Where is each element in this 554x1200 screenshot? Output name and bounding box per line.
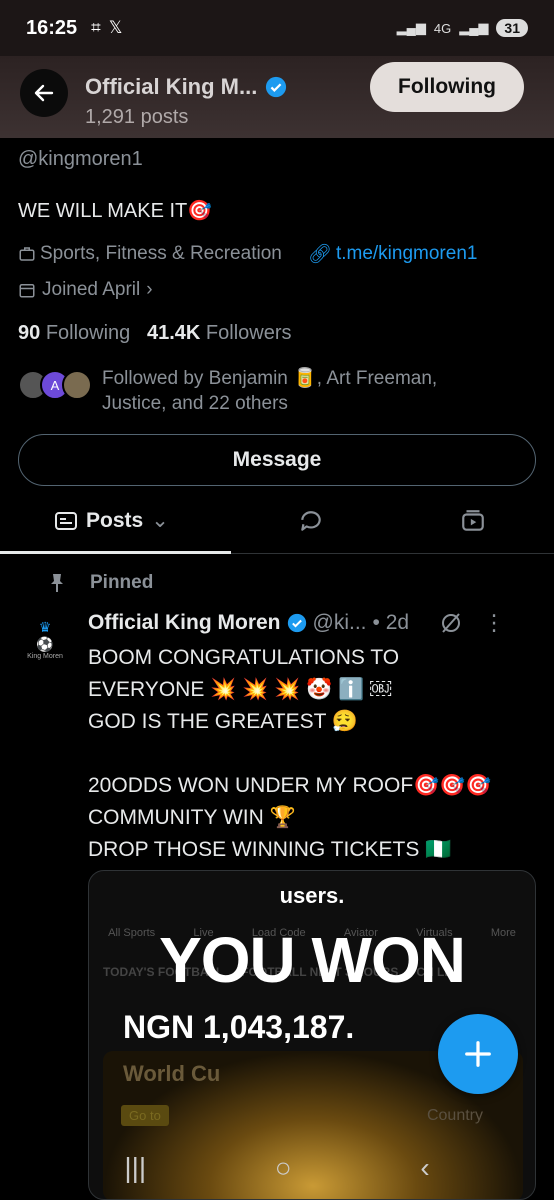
- back-arrow-icon: [34, 84, 54, 102]
- briefcase-icon: [19, 247, 35, 261]
- back-nav-icon[interactable]: ‹: [420, 1152, 429, 1184]
- profile-link-text: t.me/kingmoren1: [335, 243, 478, 264]
- recent-apps-icon[interactable]: |||: [124, 1152, 146, 1184]
- tab-posts[interactable]: Posts ⌄: [54, 508, 169, 533]
- followed-by-text: Followed by Benjamin 🥫, Art Freeman, Jus…: [102, 368, 438, 414]
- status-bar: 16:25 ⌗ 𝕏 ▂▄▆ 4G ▂▄▆ 31: [0, 0, 554, 56]
- link-icon: 🔗︎: [307, 244, 332, 265]
- follower-avatars: A: [18, 370, 92, 416]
- post-time: • 2d: [372, 611, 410, 634]
- following-button[interactable]: Following: [370, 62, 524, 112]
- replies-tab-icon[interactable]: [298, 508, 324, 534]
- battery-indicator: 31: [496, 19, 528, 37]
- followers-count: 41.4K: [146, 322, 201, 344]
- calendar-icon: [19, 284, 35, 298]
- pinned-label-row: Pinned: [48, 572, 153, 594]
- signal-icon: ▂▄▆: [396, 20, 426, 35]
- chevron-right-icon: ›: [146, 279, 153, 300]
- chevron-down-icon: ⌄: [151, 509, 169, 532]
- screenshot-icon: ⌗: [91, 18, 101, 37]
- profile-bio: WE WILL MAKE IT🎯: [18, 200, 213, 222]
- x-logo-icon: 𝕏: [108, 18, 123, 37]
- following-count: 90: [18, 322, 41, 344]
- pin-icon: [51, 574, 63, 592]
- compose-post-button[interactable]: [438, 1014, 518, 1094]
- post-author-avatar[interactable]: ♛ ⚽ King Moren: [18, 612, 72, 666]
- pinned-label: Pinned: [90, 572, 154, 593]
- won-amount: NGN 1,043,187.: [123, 1009, 355, 1045]
- joined-date: Joined April: [42, 279, 141, 300]
- you-won-text: YOU WON: [159, 924, 466, 996]
- profile-meta: Sports, Fitness & Recreation 🔗︎ t.me/kin…: [18, 242, 477, 266]
- crown-icon: ♛: [38, 618, 52, 635]
- followed-by-row[interactable]: A Followed by Benjamin 🥫, Art Freeman, J…: [18, 366, 502, 416]
- posts-count: 1,291 posts: [85, 106, 189, 128]
- signal-icon-2: ▂▄▆: [459, 20, 489, 35]
- grok-icon[interactable]: [439, 611, 463, 635]
- profile-link[interactable]: 🔗︎ t.me/kingmoren1: [308, 242, 478, 266]
- tab-posts-label: Posts: [86, 508, 144, 532]
- post-text: BOOM CONGRATULATIONS TO EVERYONE 💥 💥 💥 🤡…: [88, 646, 492, 861]
- profile-header: Official King M... 1,291 posts Following: [0, 56, 554, 138]
- profile-category: Sports, Fitness & Recreation: [40, 243, 282, 264]
- post-author-handle: @ki...: [312, 611, 367, 634]
- joined-row[interactable]: Joined April ›: [18, 279, 153, 301]
- soccer-ball-icon: ⚽: [36, 635, 54, 652]
- post-author-name[interactable]: Official King Moren: [88, 611, 281, 635]
- back-button[interactable]: [20, 69, 68, 117]
- status-time: 16:25: [26, 16, 78, 39]
- profile-tabs: Posts ⌄: [0, 498, 554, 554]
- home-icon[interactable]: ○: [275, 1152, 292, 1184]
- message-button[interactable]: Message: [18, 434, 536, 486]
- system-nav-bar: ||| ○ ‹: [0, 1136, 554, 1200]
- avatar: [62, 370, 92, 400]
- tab-active-indicator: [0, 551, 231, 554]
- verified-badge-icon: [266, 76, 287, 98]
- follow-counts: 90 Following 41.4K Followers: [18, 322, 291, 345]
- avatar-caption: King Moren: [27, 652, 63, 660]
- more-options-icon[interactable]: ⋮: [483, 610, 505, 636]
- following-count-link[interactable]: 90 Following: [18, 322, 130, 344]
- post-header: Official King Moren @ki... • 2d ⋮: [88, 610, 538, 636]
- posts-tab-icon: [55, 511, 77, 530]
- plus-icon: [465, 1041, 491, 1067]
- media-tab-icon[interactable]: [460, 508, 486, 534]
- followers-count-link[interactable]: 41.4K Followers: [147, 322, 292, 344]
- profile-handle: @kingmoren1: [18, 148, 143, 170]
- network-type: 4G: [433, 20, 452, 36]
- verified-badge-icon: [287, 613, 306, 633]
- header-title: Official King M...: [85, 74, 287, 100]
- header-name: Official King M...: [85, 74, 258, 99]
